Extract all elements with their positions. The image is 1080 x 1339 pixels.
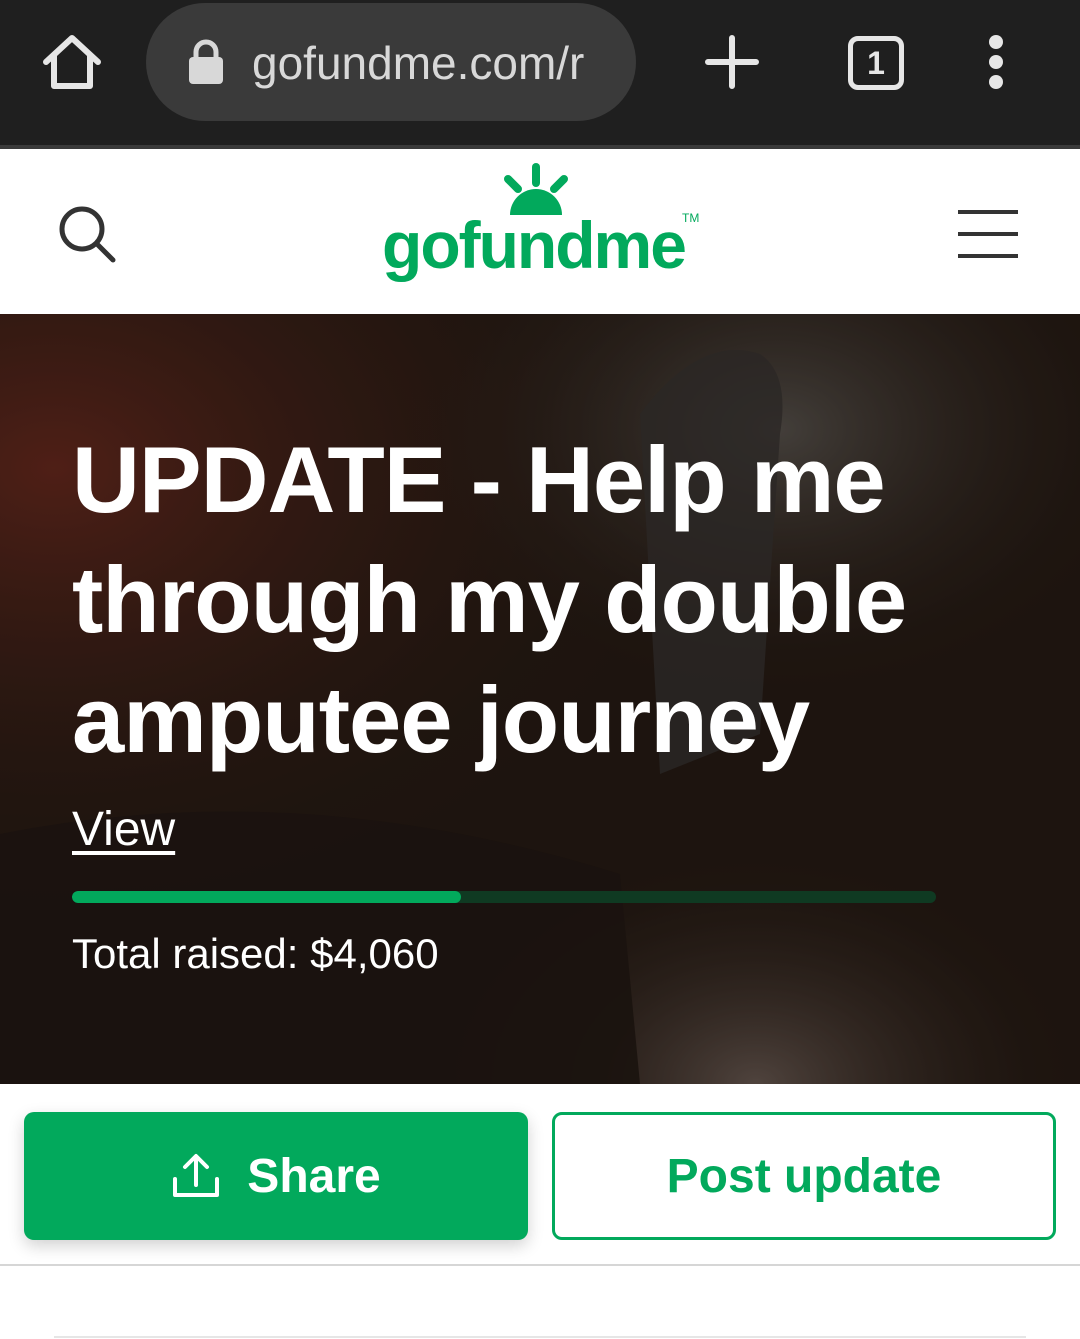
share-button-label: Share xyxy=(247,1149,381,1203)
share-button[interactable]: Share xyxy=(24,1112,528,1240)
fundraising-progress-bar xyxy=(72,891,936,903)
trademark-mark: TM xyxy=(682,211,700,225)
home-button[interactable] xyxy=(38,28,106,96)
post-update-button-label: Post update xyxy=(666,1149,942,1203)
site-header: gofundme TM xyxy=(0,149,1080,314)
progress-bar-fill xyxy=(72,891,461,903)
lock-icon xyxy=(189,39,223,84)
campaign-hero: UPDATE - Help me through my double amput… xyxy=(0,314,1080,1084)
address-bar[interactable]: gofundme.com/r xyxy=(146,3,636,121)
campaign-actions: Share Post update xyxy=(0,1084,1080,1266)
section-divider xyxy=(54,1336,1026,1338)
hamburger-menu-icon xyxy=(958,210,1018,258)
total-raised-text: Total raised: $4,060 xyxy=(72,930,439,977)
url-text: gofundme.com/r xyxy=(252,37,585,89)
post-update-button[interactable]: Post update xyxy=(552,1112,1056,1240)
new-tab-button[interactable] xyxy=(700,30,764,94)
home-icon xyxy=(43,35,101,89)
browser-menu-button[interactable] xyxy=(976,34,1016,94)
plus-icon xyxy=(705,35,759,89)
logo-wordmark: gofundme xyxy=(382,208,687,282)
share-upload-icon xyxy=(173,1154,220,1197)
search-button[interactable] xyxy=(56,203,118,265)
gofundme-logo[interactable]: gofundme TM xyxy=(378,163,708,293)
campaign-title: UPDATE - Help me through my double amput… xyxy=(72,427,907,772)
more-vertical-icon xyxy=(989,35,1003,89)
site-menu-button[interactable] xyxy=(956,209,1020,259)
search-icon xyxy=(59,206,116,263)
tab-switcher-button[interactable]: 1 xyxy=(848,36,904,90)
browser-toolbar: gofundme.com/r 1 xyxy=(0,0,1080,147)
view-campaign-link[interactable]: View xyxy=(72,802,175,857)
